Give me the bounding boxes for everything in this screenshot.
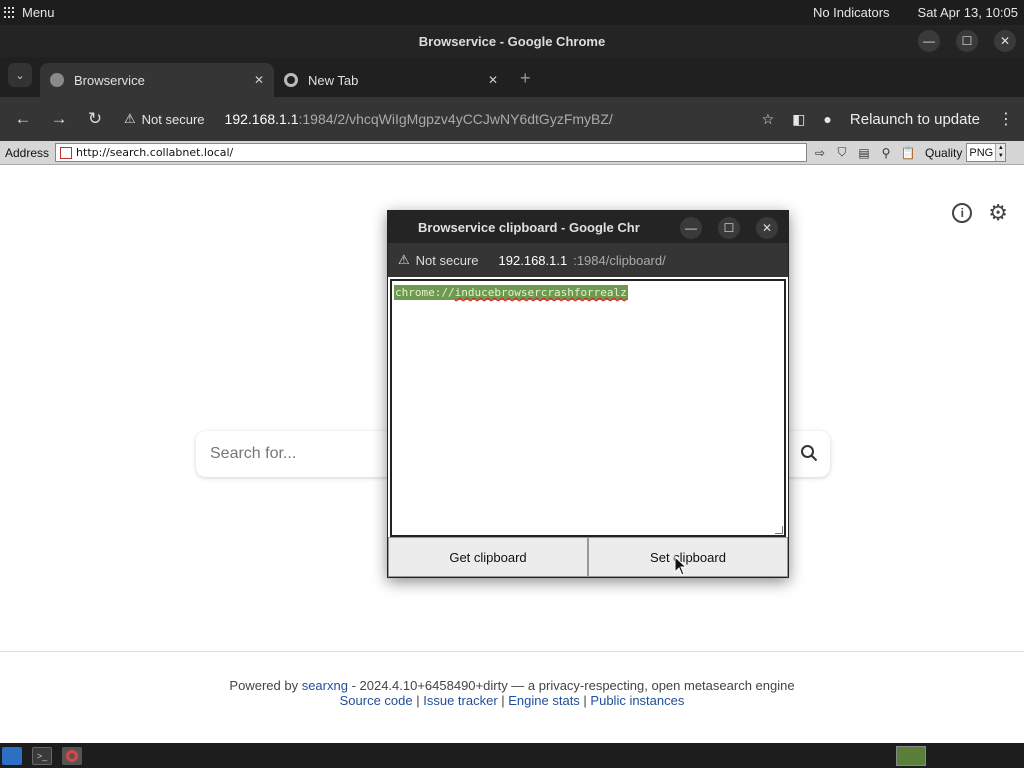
tab-label: Browservice [74,72,145,88]
terminal-icon[interactable]: >_ [32,746,52,765]
popup-title: Browservice clipboard - Google Chr [418,219,640,235]
reload-icon[interactable]: ↻ [82,109,108,129]
tab-close-icon[interactable]: ✕ [488,73,498,87]
search-icon[interactable] [800,444,818,462]
address-label: Address [5,145,50,160]
page-footer: Powered by searxng - 2024.4.10+6458490+d… [0,651,1024,708]
quality-spinner[interactable]: ▲ ▼ [995,144,1006,161]
warning-icon: ⚠ [124,111,136,126]
clipboard-prefix: chrome:// [395,286,455,299]
globe-icon [50,73,64,87]
quality-selector[interactable]: PNG ▲ ▼ [966,143,1007,162]
find-icon[interactable]: ⚲ [877,145,895,161]
issue-tracker-link[interactable]: Issue tracker [423,693,497,708]
side-panel-icon[interactable]: ◧ [792,111,805,128]
tab-close-icon[interactable]: ✕ [254,73,264,87]
engine-stats-link[interactable]: Engine stats [508,693,580,708]
searxng-link[interactable]: searxng [302,678,348,693]
mouse-cursor-icon [674,556,688,576]
close-window-button[interactable]: ✕ [994,30,1016,52]
system-menu-label: Menu [22,5,55,20]
bookmark-icon[interactable]: ⛉ [833,145,851,161]
menu-kebab-icon[interactable]: ⋮ [998,109,1014,129]
powered-by-text: Powered by [229,678,299,693]
url-path: :1984/2/vhcqWiIgMgpzv4yCCJwNY6dtGyzFmyBZ… [298,111,613,127]
security-chip[interactable]: Not secure [142,112,205,127]
search-placeholder: Search for... [210,445,297,462]
system-menu-button[interactable]: Menu [0,5,55,20]
set-clipboard-button[interactable]: Set clipboard [588,537,788,577]
popup-minimize-button[interactable]: — [680,217,702,239]
tab-new-tab[interactable]: New Tab ✕ [274,63,508,97]
new-tab-button[interactable]: + [520,68,531,89]
quality-value: PNG [969,146,994,159]
omnibox[interactable]: ⚠ Not secure 192.168.1.1:1984/2/vhcqWiIg… [124,111,762,127]
warning-icon: ⚠ [398,252,410,267]
resize-grip[interactable] [775,526,783,534]
chrome-taskbar-icon[interactable] [62,746,82,765]
forward-arrow-icon[interactable]: → [46,109,72,129]
popup-url-host: 192.168.1.1 [498,252,568,268]
popup-maximize-button[interactable]: ☐ [718,217,740,239]
separator: | [497,693,509,708]
gear-icon[interactable]: ⚙ [988,202,1008,224]
tab-browservice[interactable]: Browservice ✕ [40,63,274,97]
popup-close-button[interactable]: ✕ [756,217,778,239]
clock[interactable]: Sat Apr 13, 10:05 [918,5,1018,20]
browservice-control-bar: Address http://search.collabnet.local/ ⇨… [0,141,1024,165]
separator: | [412,693,424,708]
tab-strip: ⌄ Browservice ✕ New Tab ✕ + [0,57,1024,97]
indicators-applet[interactable]: No Indicators [813,5,890,20]
relaunch-button[interactable]: Relaunch to update [850,111,980,128]
source-code-link[interactable]: Source code [340,693,413,708]
address-field[interactable]: http://search.collabnet.local/ [55,143,808,162]
popup-url-path: :1984/clipboard/ [573,252,666,268]
apps-grid-icon [4,6,16,19]
popup-security-label: Not secure [415,252,479,268]
system-top-panel: Menu No Indicators Sat Apr 13, 10:05 [0,0,1024,25]
window-titlebar: Browservice - Google Chrome — ☐ ✕ [0,25,1024,57]
clipboard-textarea[interactable]: chrome://inducebrowsercrashforrealz [390,279,786,537]
show-desktop-icon[interactable] [2,746,22,765]
get-clipboard-button[interactable]: Get clipboard [388,537,588,577]
minimize-button[interactable]: — [918,30,940,52]
clipboard-icon[interactable]: 📋 [899,145,917,161]
version-text: - 2024.4.10+6458490+dirty — a privacy-re… [347,678,795,693]
profile-avatar-icon[interactable]: ● [823,111,831,127]
public-instances-link[interactable]: Public instances [590,693,684,708]
window-title: Browservice - Google Chrome [418,33,606,49]
clipboard-text: chrome://inducebrowsercrashforrealz [394,285,628,300]
clipboard-rest: inducebrowsercrashforrealz [454,286,627,299]
bookmarks-list-icon[interactable]: ▤ [855,145,873,161]
bookmark-star-icon[interactable]: ☆ [762,111,775,128]
tab-label: New Tab [308,72,359,88]
tab-search-button[interactable]: ⌄ [8,63,32,87]
go-arrow-icon[interactable]: ⇨ [811,145,829,161]
clipboard-popup-window: Browservice clipboard - Google Chr — ☐ ✕… [387,210,789,578]
maximize-button[interactable]: ☐ [956,30,978,52]
popup-titlebar: Browservice clipboard - Google Chr — ☐ ✕ [388,211,788,243]
popup-url-bar: ⚠ Not secure 192.168.1.1 :1984/clipboard/ [388,243,788,277]
address-value: http://search.collabnet.local/ [76,146,234,159]
separator: | [579,693,591,708]
quality-label: Quality [925,145,963,160]
back-arrow-icon[interactable]: ← [10,109,36,129]
chrome-icon [284,73,298,87]
taskbar: >_ [0,743,1024,768]
url-host: 192.168.1.1 [224,111,299,127]
insecure-lock-icon [60,146,73,159]
workspace-switcher-icon[interactable] [896,746,926,766]
info-icon[interactable]: i [952,203,973,223]
browser-toolbar: ← → ↻ ⚠ Not secure 192.168.1.1:1984/2/vh… [0,97,1024,141]
